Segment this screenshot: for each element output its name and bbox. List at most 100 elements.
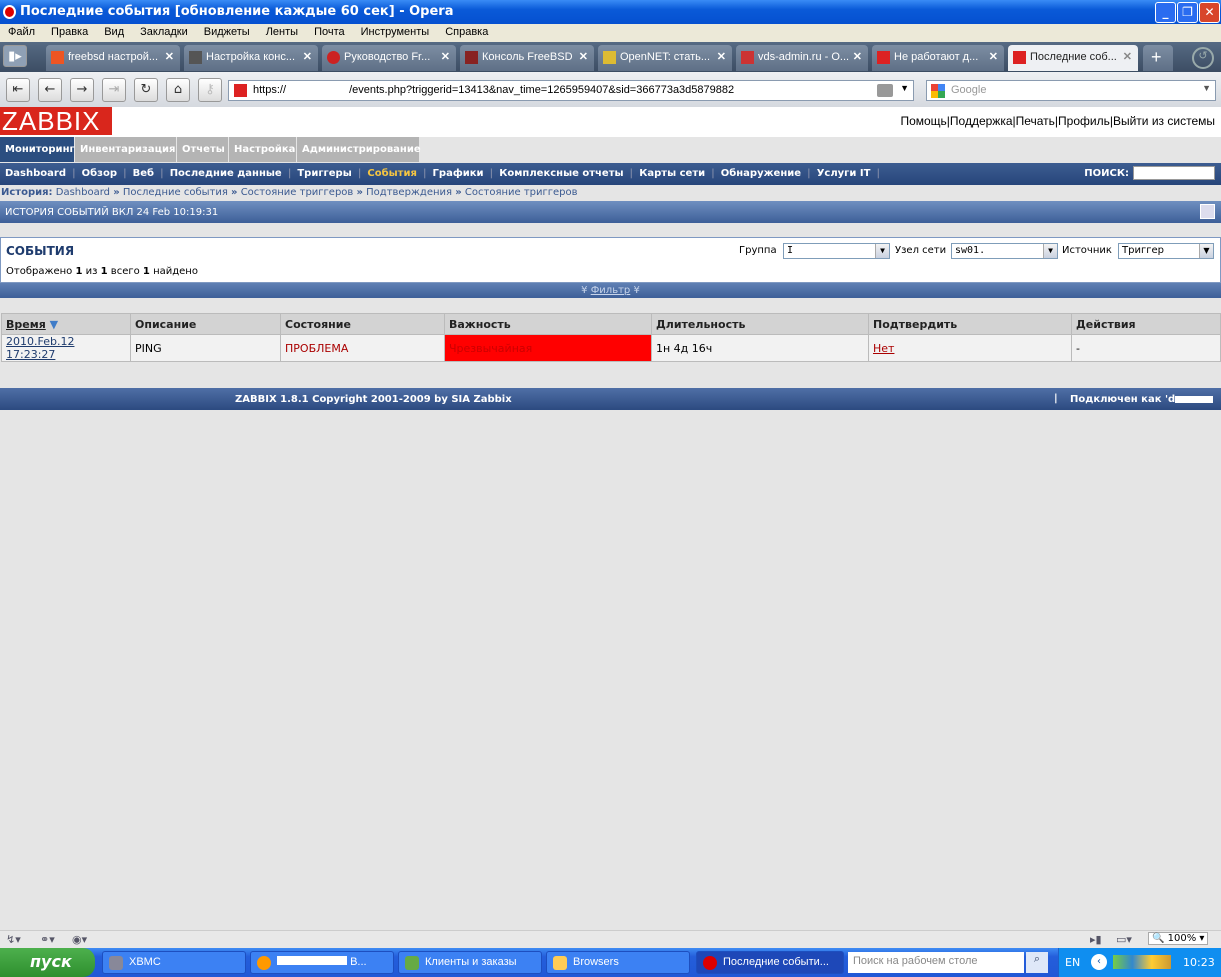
tray-expand-icon[interactable]: ‹ — [1091, 954, 1107, 970]
monitor-icon — [189, 51, 202, 64]
taskbar-item[interactable]: B... — [250, 951, 394, 974]
menu-edit[interactable]: Правка — [43, 24, 96, 38]
menu-mail[interactable]: Почта — [306, 24, 353, 38]
tab[interactable]: Руководство Fr... ✕ — [322, 45, 456, 71]
site-info-icon[interactable] — [877, 84, 893, 97]
history-link[interactable]: Подтверждения — [366, 187, 452, 198]
main-menu-monitoring[interactable]: Мониторинг — [0, 137, 75, 162]
submenu-latest-data[interactable]: Последние данные — [170, 168, 282, 179]
close-tab-icon[interactable]: ✕ — [441, 50, 450, 63]
search-input[interactable] — [1133, 166, 1215, 180]
page-title: ИСТОРИЯ СОБЫТИЙ ВКЛ 24 Feb 10:19:31 — [5, 207, 219, 218]
group-select[interactable]: I ▼ — [783, 243, 890, 259]
view-icon[interactable]: ▭▾ — [1116, 933, 1132, 946]
panels-icon[interactable]: ▸▮ — [1090, 933, 1102, 946]
taskbar-item[interactable]: Клиенты и заказы — [398, 951, 542, 974]
close-tab-icon[interactable]: ✕ — [989, 50, 998, 63]
search-icon[interactable]: ⌕ — [1026, 952, 1048, 973]
history-link[interactable]: Последние события — [123, 187, 228, 198]
tab-label: freebsd настрой... — [68, 51, 159, 63]
window-title: Последние события [обновление каждые 60 … — [20, 4, 454, 19]
close-button[interactable]: ✕ — [1199, 2, 1220, 23]
submenu-dashboard[interactable]: Dashboard — [5, 168, 66, 179]
double-chevron-down-icon: ¥ — [633, 285, 640, 296]
submenu-triggers[interactable]: Триггеры — [297, 168, 351, 179]
close-tab-icon[interactable]: ✕ — [303, 50, 312, 63]
panel-toggle-icon[interactable]: ▮▸ — [3, 45, 27, 67]
tab[interactable]: Настройка конс... ✕ — [184, 45, 318, 71]
start-button[interactable]: пуск — [0, 948, 95, 977]
tab[interactable]: OpenNET: стать... ✕ — [598, 45, 732, 71]
source-select[interactable]: Триггер ▼ — [1118, 243, 1214, 259]
taskbar-item[interactable]: Browsers — [546, 951, 690, 974]
menu-tools[interactable]: Инструменты — [353, 24, 438, 38]
tab[interactable]: Консоль FreeBSD ✕ — [460, 45, 594, 71]
column-time[interactable]: Время ▼ — [1, 313, 131, 335]
unite-icon[interactable]: ⚭▾ — [40, 933, 55, 946]
menu-file[interactable]: Файл — [0, 24, 43, 38]
filter-toggle[interactable]: ¥ Фильтр ¥ — [0, 283, 1221, 298]
taskbar-item-active[interactable]: Последние событи... — [696, 951, 844, 974]
tray-icons[interactable] — [1113, 955, 1171, 969]
back-icon[interactable]: ← — [38, 78, 62, 102]
chevron-down-icon[interactable]: ▼ — [900, 83, 909, 93]
history-link[interactable]: Состояние триггеров — [241, 187, 354, 198]
tab[interactable]: Не работают д... ✕ — [872, 45, 1004, 71]
wand-icon[interactable]: ⚷ — [198, 78, 222, 102]
address-bar[interactable]: https:// /events.php?triggerid=13413&nav… — [228, 80, 914, 101]
tab-active[interactable]: Последние соб... ✕ — [1008, 45, 1138, 71]
column-ack: Подтвердить — [868, 313, 1072, 335]
host-select[interactable]: sw01. ▼ — [951, 243, 1058, 259]
main-menu-administration[interactable]: Администрирование — [297, 137, 421, 162]
forward-icon[interactable]: → — [70, 78, 94, 102]
search-engine-input[interactable]: Google ▼ — [926, 80, 1216, 101]
main-menu-configuration[interactable]: Настройка — [229, 137, 296, 162]
submenu-graphs[interactable]: Графики — [433, 168, 484, 179]
menu-feeds[interactable]: Ленты — [258, 24, 306, 38]
fast-forward-icon[interactable]: ⇥ — [102, 78, 126, 102]
submenu-it-services[interactable]: Услуги IT — [817, 168, 871, 179]
taskbar-item[interactable]: XBMC — [102, 951, 246, 974]
history-link[interactable]: Dashboard — [56, 187, 110, 198]
tab[interactable]: freebsd настрой... ✕ — [46, 45, 180, 71]
home-icon[interactable]: ⌂ — [166, 78, 190, 102]
menu-bookmarks[interactable]: Закладки — [132, 24, 196, 38]
close-tab-icon[interactable]: ✕ — [579, 50, 588, 63]
ack-link[interactable]: Нет — [873, 342, 894, 355]
turbo-icon[interactable]: ↯▾ — [6, 933, 21, 946]
menu-widgets[interactable]: Виджеты — [196, 24, 258, 38]
submenu-screens[interactable]: Комплексные отчеты — [499, 168, 623, 179]
language-indicator[interactable]: EN — [1065, 956, 1080, 969]
submenu-web[interactable]: Веб — [133, 168, 154, 179]
submenu-overview[interactable]: Обзор — [82, 168, 117, 179]
fullscreen-icon[interactable] — [1200, 204, 1215, 219]
menu-help[interactable]: Справка — [437, 24, 496, 38]
submenu-maps[interactable]: Карты сети — [639, 168, 705, 179]
table-header: Время ▼ Описание Состояние Важность Длит… — [1, 313, 1221, 335]
submenu-discovery[interactable]: Обнаружение — [721, 168, 801, 179]
opera-icon — [703, 956, 717, 970]
main-menu-inventory[interactable]: Инвентаризация — [75, 137, 176, 162]
chevron-down-icon: ▼ — [875, 244, 889, 258]
event-time-link[interactable]: 2010.Feb.12 17:23:27 — [6, 335, 74, 361]
maximize-button[interactable]: ❐ — [1177, 2, 1198, 23]
submenu-events[interactable]: События — [367, 168, 416, 179]
tab[interactable]: vds-admin.ru - O... ✕ — [736, 45, 868, 71]
reload-icon[interactable]: ↻ — [134, 78, 158, 102]
minimize-button[interactable]: _ — [1155, 2, 1176, 23]
chevron-down-icon[interactable]: ▼ — [1202, 83, 1211, 93]
close-tab-icon[interactable]: ✕ — [853, 50, 862, 63]
desktop-search-input[interactable]: Поиск на рабочем столе — [848, 952, 1024, 973]
close-tab-icon[interactable]: ✕ — [717, 50, 726, 63]
trash-closed-tabs-icon[interactable]: ↺ — [1192, 47, 1214, 69]
rewind-icon[interactable]: ⇤ — [6, 78, 30, 102]
close-tab-icon[interactable]: ✕ — [1123, 50, 1132, 63]
top-links[interactable]: Помощь|Поддержка|Печать|Профиль|Выйти из… — [900, 114, 1215, 128]
close-tab-icon[interactable]: ✕ — [165, 50, 174, 63]
menu-view[interactable]: Вид — [96, 24, 132, 38]
zoom-select[interactable]: 🔍 100% ▾ — [1148, 932, 1209, 945]
main-menu-reports[interactable]: Отчеты — [177, 137, 228, 162]
new-tab-button[interactable]: + — [1143, 45, 1173, 71]
history-link[interactable]: Состояние триггеров — [465, 187, 578, 198]
network-icon[interactable]: ◉▾ — [72, 933, 87, 946]
